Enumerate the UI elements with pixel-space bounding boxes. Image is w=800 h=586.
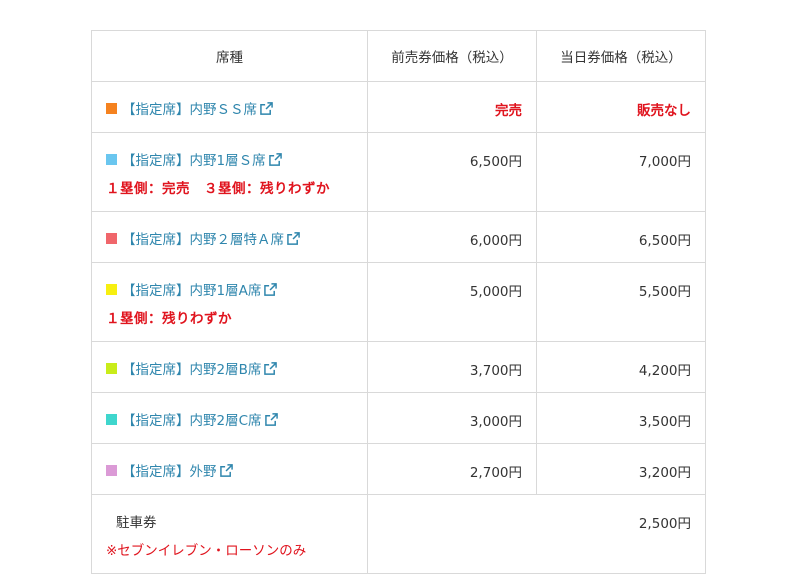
seat-link-ss[interactable]: 【指定席】内野ＳＳ席 bbox=[122, 98, 257, 118]
seat-cell: 【指定席】内野ＳＳ席 bbox=[91, 81, 368, 133]
external-link-icon[interactable] bbox=[264, 412, 278, 426]
header-advance-price: 前売券価格（税込） bbox=[367, 30, 537, 82]
seat-color-swatch bbox=[106, 362, 117, 374]
day-price: 3,200円 bbox=[536, 443, 706, 495]
advance-price: 2,700円 bbox=[367, 443, 537, 495]
seat-link-2f-special-a[interactable]: 【指定席】内野２層特Ａ席 bbox=[122, 228, 284, 248]
seat-cell: 【指定席】外野 bbox=[91, 443, 368, 495]
table-row: 【指定席】内野2層B席 3,700円 4,200円 bbox=[91, 341, 706, 393]
day-price: 3,500円 bbox=[536, 392, 706, 444]
seat-line: 【指定席】内野1層A席 bbox=[106, 279, 353, 299]
sold-out-status: 完売 bbox=[495, 103, 522, 119]
table-row: 【指定席】内野ＳＳ席 完売 販売なし bbox=[91, 81, 706, 133]
table-header-row: 席種 前売券価格（税込） 当日券価格（税込） bbox=[91, 30, 706, 82]
header-seat-type: 席種 bbox=[91, 30, 368, 82]
parking-label: 駐車券 bbox=[116, 515, 157, 531]
seat-cell: 【指定席】内野1層A席 １塁側：残りわずか bbox=[91, 262, 368, 342]
table-row: 【指定席】内野1層Ｓ席 １塁側：完売 ３塁側：残りわずか 6,500円 7,00… bbox=[91, 132, 706, 212]
parking-note: ※セブンイレブン・ローソンのみ bbox=[106, 543, 307, 559]
day-price: 7,000円 bbox=[536, 132, 706, 212]
advance-price: 3,700円 bbox=[367, 341, 537, 393]
day-price: 販売なし bbox=[536, 81, 706, 133]
advance-price: 6,500円 bbox=[367, 132, 537, 212]
not-for-sale-status: 販売なし bbox=[637, 103, 691, 119]
seat-color-swatch bbox=[106, 153, 117, 165]
seat-cell: 【指定席】内野2層B席 bbox=[91, 341, 368, 393]
seat-link-1f-s[interactable]: 【指定席】内野1層Ｓ席 bbox=[122, 149, 266, 169]
table-row: 【指定席】内野1層A席 １塁側：残りわずか 5,000円 5,500円 bbox=[91, 262, 706, 342]
external-link-icon[interactable] bbox=[260, 101, 273, 115]
advance-price: 5,000円 bbox=[367, 262, 537, 342]
seat-color-swatch bbox=[106, 102, 117, 114]
day-price: 6,500円 bbox=[536, 211, 706, 263]
seat-line: 【指定席】内野2層C席 bbox=[106, 409, 353, 429]
seat-color-swatch bbox=[106, 464, 117, 476]
external-link-icon[interactable] bbox=[268, 152, 282, 166]
seat-line: 【指定席】内野２層特Ａ席 bbox=[106, 228, 353, 248]
seat-color-swatch bbox=[106, 283, 117, 295]
seat-line: 【指定席】外野 bbox=[106, 460, 353, 480]
seat-link-2f-b[interactable]: 【指定席】内野2層B席 bbox=[122, 358, 261, 378]
ticket-price-table: 席種 前売券価格（税込） 当日券価格（税込） 【指定席】内野ＳＳ席 完売 販売な… bbox=[91, 30, 706, 574]
seat-line: 【指定席】内野1層Ｓ席 bbox=[106, 149, 353, 169]
parking-price: 2,500円 bbox=[367, 494, 706, 574]
external-link-icon[interactable] bbox=[264, 282, 278, 296]
seat-color-swatch bbox=[106, 413, 117, 425]
seat-color-swatch bbox=[106, 232, 117, 244]
advance-price: 3,000円 bbox=[367, 392, 537, 444]
external-link-icon[interactable] bbox=[287, 231, 300, 245]
seat-line: 【指定席】内野ＳＳ席 bbox=[106, 98, 353, 118]
table-row: 【指定席】内野２層特Ａ席 6,000円 6,500円 bbox=[91, 211, 706, 263]
seat-link-outfield[interactable]: 【指定席】外野 bbox=[122, 460, 217, 480]
table-row: 【指定席】外野 2,700円 3,200円 bbox=[91, 443, 706, 495]
external-link-icon[interactable] bbox=[264, 361, 278, 375]
day-price: 5,500円 bbox=[536, 262, 706, 342]
advance-price: 完売 bbox=[367, 81, 537, 133]
parking-row: 駐車券 ※セブンイレブン・ローソンのみ 2,500円 bbox=[91, 494, 706, 574]
seat-link-1f-a[interactable]: 【指定席】内野1層A席 bbox=[122, 279, 261, 299]
availability-note: １塁側：完売 ３塁側：残りわずか bbox=[106, 181, 330, 197]
seat-cell: 【指定席】内野1層Ｓ席 １塁側：完売 ３塁側：残りわずか bbox=[91, 132, 368, 212]
seat-line: 【指定席】内野2層B席 bbox=[106, 358, 353, 378]
external-link-icon[interactable] bbox=[219, 463, 233, 477]
seat-cell: 【指定席】内野２層特Ａ席 bbox=[91, 211, 368, 263]
advance-price: 6,000円 bbox=[367, 211, 537, 263]
seat-cell: 【指定席】内野2層C席 bbox=[91, 392, 368, 444]
parking-cell: 駐車券 ※セブンイレブン・ローソンのみ bbox=[91, 494, 368, 574]
day-price: 4,200円 bbox=[536, 341, 706, 393]
header-day-price: 当日券価格（税込） bbox=[536, 30, 706, 82]
availability-note: １塁側：残りわずか bbox=[106, 311, 232, 327]
table-row: 【指定席】内野2層C席 3,000円 3,500円 bbox=[91, 392, 706, 444]
seat-link-2f-c[interactable]: 【指定席】内野2層C席 bbox=[122, 409, 262, 429]
